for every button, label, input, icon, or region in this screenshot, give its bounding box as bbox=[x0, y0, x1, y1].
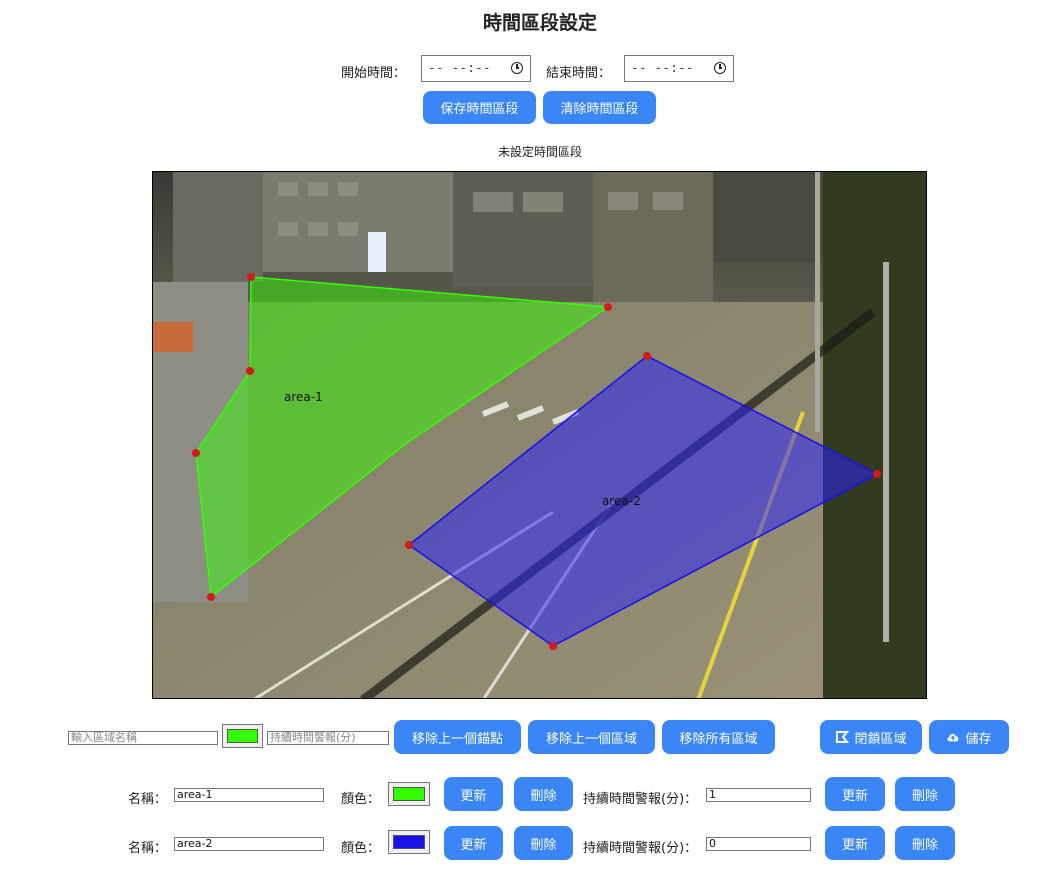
area-color-label: 顏色： bbox=[341, 792, 381, 807]
delete-area-button[interactable]: 刪除 bbox=[514, 826, 573, 860]
duration-alert-field[interactable]: 1 bbox=[706, 788, 811, 802]
update-duration-button[interactable]: 更新 bbox=[825, 826, 885, 860]
delete-duration-button[interactable]: 刪除 bbox=[895, 777, 955, 811]
time-range-status: 未設定時間區段 bbox=[497, 145, 582, 159]
remove-last-point-button[interactable]: 移除上一個錨點 bbox=[394, 720, 521, 754]
save-label: 儲存 bbox=[965, 731, 992, 747]
camera-canvas[interactable]: area-1 area-2 bbox=[152, 171, 927, 699]
area-name-input[interactable]: 輸入區域名稱 bbox=[68, 731, 218, 745]
duration-alert-field[interactable]: 0 bbox=[706, 837, 811, 851]
delete-duration-button[interactable]: 刪除 bbox=[895, 826, 955, 860]
new-area-color-picker[interactable] bbox=[222, 724, 263, 748]
clock-icon[interactable] bbox=[511, 62, 523, 74]
close-area-button[interactable]: 閉鎖區域 bbox=[820, 720, 922, 754]
clear-time-range-button[interactable]: 清除時間區段 bbox=[543, 91, 656, 124]
remove-last-area-button[interactable]: 移除上一個區域 bbox=[528, 720, 655, 754]
update-area-button[interactable]: 更新 bbox=[444, 777, 503, 811]
end-time-label: 結束時間： bbox=[546, 66, 612, 81]
end-time-input[interactable]: -- --:-- bbox=[624, 55, 734, 82]
save-button[interactable]: 儲存 bbox=[929, 720, 1009, 754]
duration-alert-label: 持續時間警報(分)： bbox=[583, 841, 698, 856]
area-name-label: 名稱： bbox=[128, 841, 168, 856]
update-duration-button[interactable]: 更新 bbox=[825, 777, 885, 811]
clock-icon[interactable] bbox=[714, 62, 726, 74]
area-label: area-2 bbox=[602, 494, 641, 508]
end-time-value: -- --:-- bbox=[631, 61, 694, 76]
duration-alert-input[interactable]: 持續時間警報(分) bbox=[267, 731, 389, 745]
area-color-label: 顏色： bbox=[341, 841, 381, 856]
save-time-range-button[interactable]: 保存時間區段 bbox=[423, 91, 536, 124]
page-title: 時間區段設定 bbox=[482, 12, 597, 34]
area-name-field[interactable]: area-2 bbox=[174, 837, 324, 851]
delete-area-button[interactable]: 刪除 bbox=[514, 777, 573, 811]
close-area-label: 閉鎖區域 bbox=[854, 731, 907, 747]
update-area-button[interactable]: 更新 bbox=[444, 826, 503, 860]
area-name-label: 名稱： bbox=[128, 792, 168, 807]
area-name-field[interactable]: area-1 bbox=[174, 788, 324, 802]
cloud-upload-icon bbox=[948, 733, 959, 742]
area-polygon-2[interactable] bbox=[153, 172, 927, 699]
start-time-input[interactable]: -- --:-- bbox=[421, 55, 531, 82]
start-time-label: 開始時間： bbox=[341, 66, 407, 81]
draw-polygon-icon bbox=[836, 731, 850, 743]
remove-all-areas-button[interactable]: 移除所有區域 bbox=[662, 720, 775, 754]
area-color-picker[interactable] bbox=[388, 830, 430, 854]
duration-alert-label: 持續時間警報(分)： bbox=[583, 792, 698, 807]
area-color-picker[interactable] bbox=[388, 782, 430, 806]
start-time-value: -- --:-- bbox=[428, 61, 491, 76]
area-label: area-1 bbox=[284, 390, 323, 404]
